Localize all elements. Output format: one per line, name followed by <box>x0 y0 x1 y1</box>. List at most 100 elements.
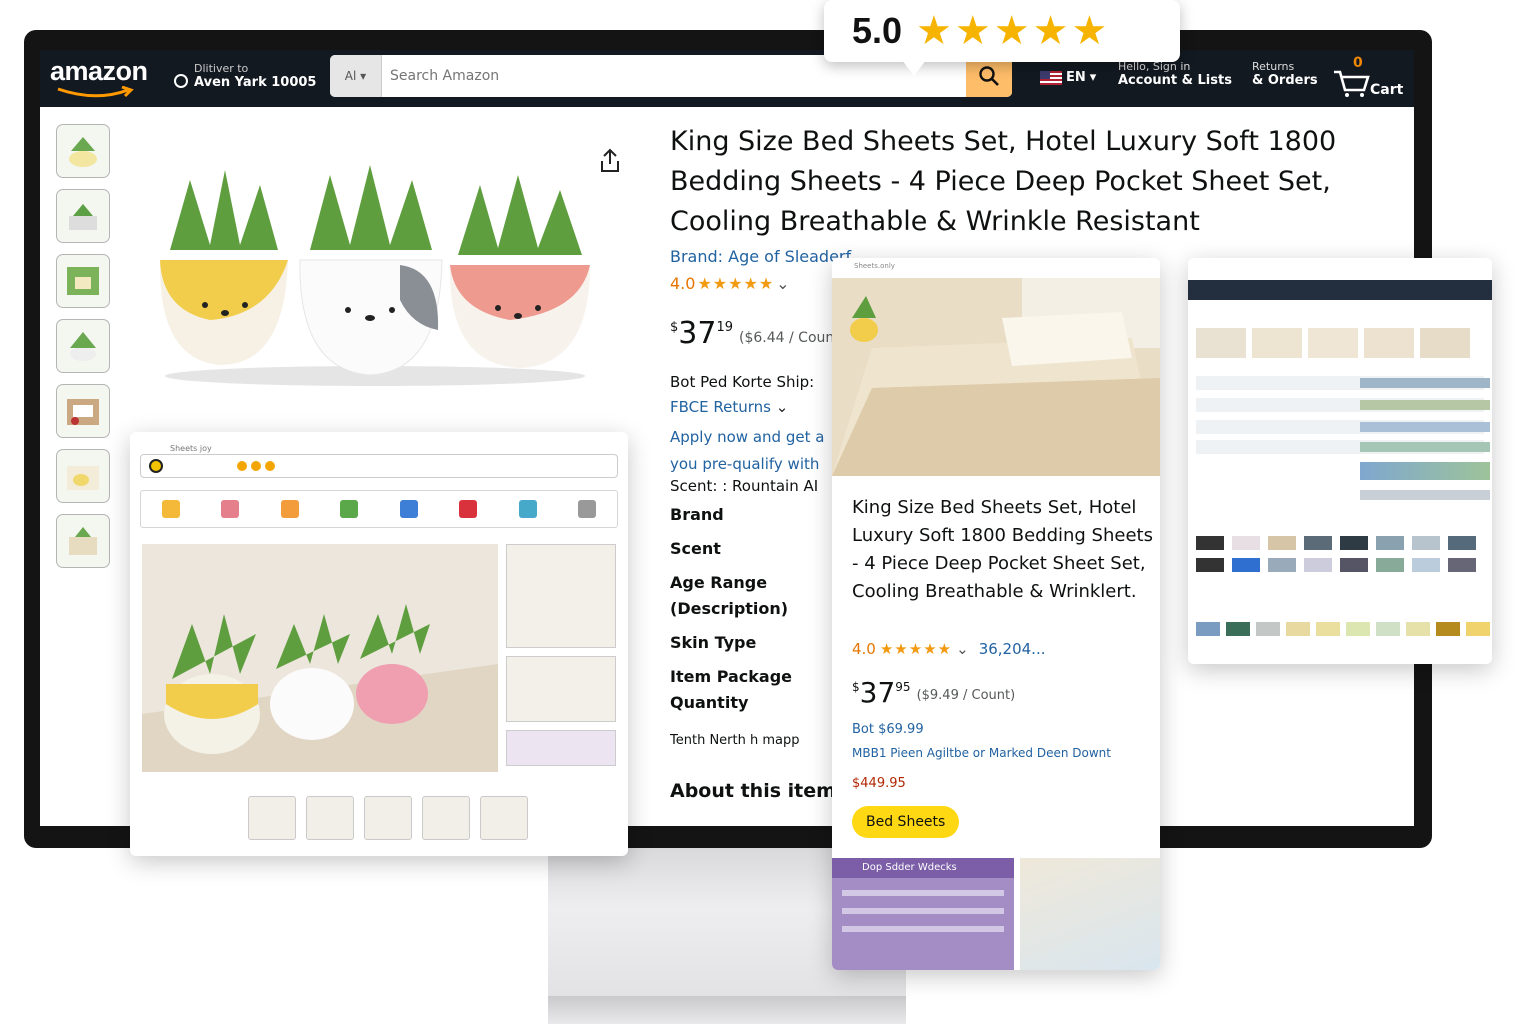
tools-icon[interactable] <box>221 500 240 518</box>
listing-preview-card[interactable]: Sheets joy <box>130 432 628 856</box>
thumbnail-5[interactable] <box>56 384 110 438</box>
card-a-header: Sheets joy <box>170 444 212 453</box>
apply-offer-link[interactable]: Apply now and get a you pre-qualify with <box>670 424 840 478</box>
ship-label: Bot Ped Korte Ship: <box>670 373 815 391</box>
spec-scent: Scent <box>670 539 721 558</box>
edit-icon[interactable] <box>399 500 418 518</box>
dashboard-palette-row <box>1196 622 1490 636</box>
bed-sheets-button[interactable]: Bed Sheets <box>852 806 960 838</box>
plant-thumb-icon <box>67 466 99 490</box>
pink-pot <box>449 175 590 368</box>
card-a-toolbar <box>140 454 618 478</box>
language-label: EN <box>1066 70 1086 85</box>
card-a-icon-row <box>140 490 618 528</box>
plant-thumb-icon <box>69 204 97 230</box>
dashboard-card[interactable] <box>1188 258 1492 664</box>
card-b-price-unit: ($9.49 / Count) <box>916 688 1016 703</box>
bed-sheets-image[interactable] <box>832 278 1160 476</box>
account-lists[interactable]: Hello, Sign in Account & Lists <box>1118 60 1232 88</box>
card-b-line-3: $449.95 <box>852 776 906 791</box>
thumbnail-7[interactable] <box>56 514 110 568</box>
deliver-label: Dlitiver to <box>194 62 249 75</box>
heart-icon[interactable] <box>459 500 478 518</box>
returns-text: FBCE Returns <box>670 398 771 416</box>
price-whole: 37 <box>678 316 717 351</box>
dashboard-header-bar <box>1188 280 1492 300</box>
plant-thumb-icon <box>67 267 99 295</box>
misc-icon[interactable] <box>578 500 597 518</box>
card-b-line-2[interactable]: MBB1 Pieen Agiltbe or Marked Deen Downt <box>852 746 1111 760</box>
card-a-mini-thumbs <box>248 796 528 840</box>
dashboard-thumb-row <box>1196 328 1470 358</box>
check-icon[interactable] <box>340 500 359 518</box>
product-rating[interactable]: 4.0 ★★★★★ ⌄ <box>670 274 790 293</box>
cart-button[interactable]: 0 Cart <box>1332 55 1404 98</box>
logo-text: amazon <box>50 56 148 86</box>
location-pin-icon <box>174 74 188 88</box>
card-b-purple-panel: Dop Sdder Wdecks <box>832 858 1014 970</box>
returns-orders[interactable]: Returns & Orders <box>1252 60 1318 88</box>
product-title: King Size Bed Sheets Set, Hotel Luxury S… <box>670 126 1337 237</box>
folder-icon[interactable] <box>161 500 180 518</box>
card-b-price-fraction: 95 <box>895 680 911 694</box>
card-a-side-image-2[interactable] <box>506 656 616 722</box>
card-b-title[interactable]: King Size Bed Sheets Set, Hotel Luxury S… <box>852 494 1158 606</box>
mini-thumb[interactable] <box>306 796 354 840</box>
card-a-main-image[interactable] <box>142 544 498 772</box>
card-b-line-1[interactable]: Bot $69.99 <box>852 722 924 737</box>
thumbnail-strip <box>56 124 112 579</box>
card-a-side-image-3[interactable] <box>506 730 616 766</box>
cart-count: 0 <box>1353 55 1363 71</box>
spec-package-quantity: Item Package Quantity <box>670 667 793 712</box>
language-selector[interactable]: EN ▾ <box>1040 70 1096 85</box>
card-b-stars-icon: ★★★★★ <box>879 640 953 658</box>
card-b-gallery-image[interactable] <box>1020 858 1160 970</box>
spec-brand: Brand <box>670 505 724 524</box>
product-hero-image[interactable] <box>150 150 600 390</box>
badge-stars-icon: ★★★★★ <box>916 8 1111 54</box>
rating-badge: 5.0 ★★★★★ <box>824 0 1180 76</box>
emoji-icon[interactable] <box>280 500 299 518</box>
dashboard-swatch-grid <box>1196 536 1486 572</box>
plant-thumb-icon <box>69 527 97 555</box>
amazon-logo[interactable]: amazon <box>50 56 160 100</box>
mini-thumb[interactable] <box>248 796 296 840</box>
price-fraction: 19 <box>716 320 734 335</box>
search-category-dropdown[interactable]: Al ▾ <box>330 55 382 97</box>
mini-thumb[interactable] <box>364 796 412 840</box>
stage: amazon Dlitiver toAven Yark 10005 Al ▾ E… <box>0 0 1536 1024</box>
thumbnail-6[interactable] <box>56 449 110 503</box>
card-a-side-image-1[interactable] <box>506 544 616 648</box>
card-b-rating[interactable]: 4.0 ★★★★★ ⌄ 36,204... <box>852 640 1045 658</box>
thumbnail-2[interactable] <box>56 189 110 243</box>
card-b-review-count[interactable]: 36,204... <box>979 640 1046 658</box>
spec-skin-type: Skin Type <box>670 633 757 652</box>
thumbnail-3[interactable] <box>56 254 110 308</box>
search-category-label: Al <box>344 69 357 83</box>
plant-thumb-icon <box>67 399 99 425</box>
returns-link[interactable]: FBCE Returns ⌄ <box>670 398 788 416</box>
spec-extra-line: Tenth Nerth h mapp <box>670 733 800 748</box>
mini-thumb[interactable] <box>422 796 470 840</box>
thumbnail-1[interactable] <box>56 124 110 178</box>
share-icon[interactable] <box>598 148 622 174</box>
plant-thumb-icon <box>69 137 97 167</box>
thumbnail-4[interactable] <box>56 319 110 373</box>
white-pot <box>299 165 443 376</box>
deliver-location: Aven Yark 10005 <box>194 75 317 90</box>
badge-rating-value: 5.0 <box>852 10 903 51</box>
cart-label: Cart <box>1370 82 1404 98</box>
mobile-listing-card[interactable]: Sheets.only King Size Bed Sheets Set, Ho… <box>832 258 1160 970</box>
purple-panel-header: Dop Sdder Wdecks <box>832 858 1014 878</box>
monitor-stand-base <box>548 996 906 1024</box>
account-label: Account & Lists <box>1118 73 1232 88</box>
mini-thumb[interactable] <box>480 796 528 840</box>
image-icon[interactable] <box>518 500 537 518</box>
star-rating-icon: ★★★★★ <box>697 274 775 293</box>
brand-link[interactable]: Brand: Age of Sleaderf <box>670 247 851 266</box>
card-b-price-whole: 37 <box>859 676 896 709</box>
deliver-to[interactable]: Dlitiver to Aven Yark 10005 <box>174 62 316 90</box>
scent-line: Scent: : Rountain AI <box>670 477 819 495</box>
rating-value: 4.0 <box>670 274 696 293</box>
product-price: $37 19 ($6.44 / Count) <box>670 316 846 351</box>
